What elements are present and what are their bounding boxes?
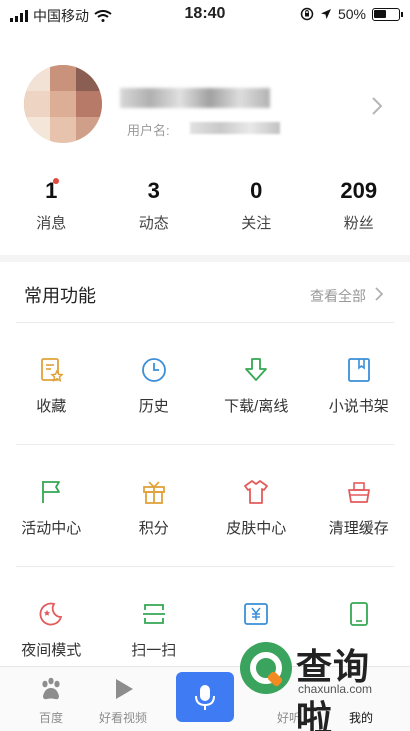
stat-value: 3 xyxy=(147,178,160,203)
common-functions-card: 常用功能 查看全部 收藏 历史 下载/离线 小说书架 活动中心 积分 皮肤中心 … xyxy=(0,262,410,672)
card-title: 常用功能 xyxy=(24,286,96,306)
chevron-right-icon[interactable] xyxy=(366,95,388,117)
function-row: 活动中心 积分 皮肤中心 清理缓存 xyxy=(0,478,410,568)
watermark: 查询啦 chaxunla.com xyxy=(240,636,406,731)
watermark-url: chaxunla.com xyxy=(298,682,373,696)
stat-value: 0 xyxy=(250,178,263,203)
function-label: 收藏 xyxy=(36,398,67,415)
divider xyxy=(16,322,394,323)
card-header: 常用功能 查看全部 xyxy=(24,278,390,318)
location-arrow-icon xyxy=(320,9,331,19)
tab-baidu[interactable]: 百度 xyxy=(10,667,92,731)
tab-label: 百度 xyxy=(38,711,63,725)
stat-label: 关注 xyxy=(241,215,272,232)
download-icon xyxy=(245,358,268,381)
gift-icon xyxy=(142,481,165,504)
clean-basket-icon xyxy=(347,482,370,503)
bookshelf-icon xyxy=(347,358,370,382)
username-label: 用户名: xyxy=(127,123,170,138)
shirt-icon xyxy=(244,480,269,504)
stat-value: 209 xyxy=(340,178,378,203)
rotation-lock-icon xyxy=(300,7,314,21)
function-label: 夜间模式 xyxy=(21,642,82,659)
function-clear-cache[interactable]: 清理缓存 xyxy=(308,478,410,568)
history-clock-icon xyxy=(141,358,166,382)
function-label: 清理缓存 xyxy=(328,520,389,537)
night-mode-icon xyxy=(39,602,63,626)
unread-dot xyxy=(53,178,59,184)
status-right: 50% xyxy=(300,6,403,22)
function-row: 收藏 历史 下载/离线 小说书架 xyxy=(0,356,410,446)
watermark-logo-icon xyxy=(240,642,292,694)
view-all-link[interactable]: 查看全部 xyxy=(310,286,366,306)
function-label: 活动中心 xyxy=(21,520,82,537)
tab-label: 好看视频 xyxy=(98,711,147,725)
divider xyxy=(16,444,394,445)
function-label: 下载/离线 xyxy=(224,398,289,415)
avatar[interactable] xyxy=(24,65,102,143)
function-activity-center[interactable]: 活动中心 xyxy=(0,478,103,568)
battery-icon xyxy=(372,7,403,21)
yuan-wallet-icon xyxy=(244,603,269,625)
baidu-paw-icon xyxy=(42,677,60,700)
nickname-blurred xyxy=(120,88,270,108)
status-bar: 中国移动 18:40 50% xyxy=(0,0,410,30)
function-label: 积分 xyxy=(138,520,169,537)
microphone-icon xyxy=(195,685,215,710)
voice-search-button[interactable] xyxy=(176,672,234,722)
stat-label: 粉丝 xyxy=(343,215,374,232)
favorites-icon xyxy=(41,358,64,382)
function-label: 小说书架 xyxy=(328,398,389,415)
function-bookshelf[interactable]: 小说书架 xyxy=(308,356,410,446)
tablet-icon xyxy=(349,602,368,626)
divider xyxy=(16,566,394,567)
chevron-right-icon[interactable] xyxy=(372,285,386,303)
profile-section[interactable]: 用户名: 1 消息 3 动态 0 关注 209 粉丝 xyxy=(0,30,410,255)
stat-label: 动态 xyxy=(138,215,169,232)
function-skin-center[interactable]: 皮肤中心 xyxy=(205,478,308,568)
tab-haokan-video[interactable]: 好看视频 xyxy=(82,667,164,731)
battery-percent: 50% xyxy=(337,6,366,22)
stat-followers[interactable]: 209 粉丝 xyxy=(308,178,410,238)
function-label: 扫一扫 xyxy=(131,642,177,659)
function-label: 皮肤中心 xyxy=(226,520,287,537)
function-points[interactable]: 积分 xyxy=(103,478,206,568)
profile-stats: 1 消息 3 动态 0 关注 209 粉丝 xyxy=(0,178,410,238)
stat-value: 1 xyxy=(45,178,58,203)
scan-icon xyxy=(142,604,165,624)
stat-label: 消息 xyxy=(36,215,67,232)
stat-messages[interactable]: 1 消息 xyxy=(0,178,103,238)
function-label: 历史 xyxy=(138,398,169,415)
flag-icon xyxy=(42,481,61,503)
username-blurred xyxy=(190,122,280,134)
function-download[interactable]: 下载/离线 xyxy=(205,356,308,446)
play-icon xyxy=(116,679,133,699)
function-history[interactable]: 历史 xyxy=(103,356,206,446)
function-favorites[interactable]: 收藏 xyxy=(0,356,103,446)
stat-following[interactable]: 0 关注 xyxy=(205,178,308,238)
stat-dynamics[interactable]: 3 动态 xyxy=(103,178,206,238)
